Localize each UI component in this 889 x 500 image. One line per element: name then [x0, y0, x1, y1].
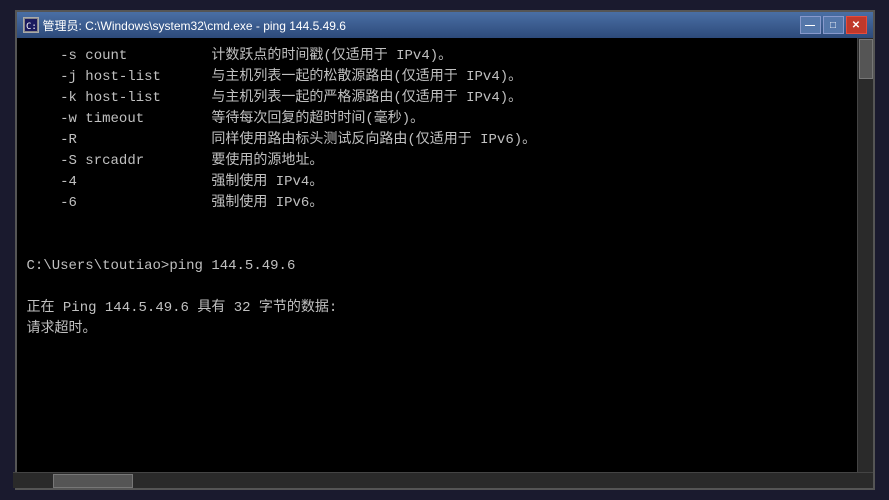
console-line: -s count 计数跃点的时间戳(仅适用于 IPv4)。	[27, 46, 863, 67]
horizontal-scrollbar[interactable]	[13, 472, 873, 488]
title-bar-left: C: 管理员: C:\Windows\system32\cmd.exe - pi…	[23, 17, 346, 34]
maximize-button[interactable]: □	[823, 16, 844, 34]
console-line: C:\Users\toutiao>ping 144.5.49.6	[27, 256, 863, 277]
console-line: -w timeout 等待每次回复的超时时间(毫秒)。	[27, 109, 863, 130]
vertical-scrollbar[interactable]	[857, 38, 873, 472]
h-scrollbar-thumb[interactable]	[53, 474, 133, 488]
console-line	[27, 235, 863, 256]
console-line: -S srcaddr 要使用的源地址。	[27, 151, 863, 172]
svg-text:C:: C:	[26, 22, 37, 31]
cmd-icon: C:	[23, 17, 39, 33]
cmd-window: C: 管理员: C:\Windows\system32\cmd.exe - pi…	[15, 10, 875, 490]
console-line: 正在 Ping 144.5.49.6 具有 32 字节的数据:	[27, 298, 863, 319]
console-line: -R 同样使用路由标头测试反向路由(仅适用于 IPv6)。	[27, 130, 863, 151]
window-title: 管理员: C:\Windows\system32\cmd.exe - ping …	[43, 17, 346, 34]
console-output: -s count 计数跃点的时间戳(仅适用于 IPv4)。 -j host-li…	[17, 38, 873, 488]
console-line: 请求超时。	[27, 319, 863, 340]
close-button[interactable]: ✕	[846, 16, 867, 34]
console-line: -j host-list 与主机列表一起的松散源路由(仅适用于 IPv4)。	[27, 67, 863, 88]
scrollbar-thumb[interactable]	[859, 39, 873, 79]
title-bar: C: 管理员: C:\Windows\system32\cmd.exe - pi…	[17, 12, 873, 38]
console-line: -k host-list 与主机列表一起的严格源路由(仅适用于 IPv4)。	[27, 88, 863, 109]
console-line	[27, 277, 863, 298]
window-controls: — □ ✕	[800, 16, 867, 34]
console-line	[27, 214, 863, 235]
console-line: -4 强制使用 IPv4。	[27, 172, 863, 193]
minimize-button[interactable]: —	[800, 16, 821, 34]
console-line: -6 强制使用 IPv6。	[27, 193, 863, 214]
